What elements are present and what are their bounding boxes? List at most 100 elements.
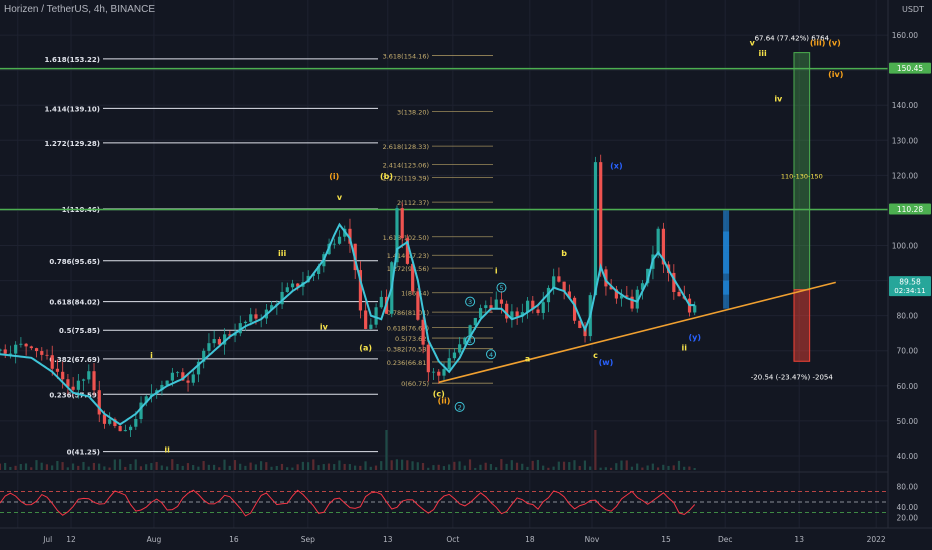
y-tick-label: 130.00	[892, 136, 918, 145]
x-tick-label: Dec	[718, 535, 733, 544]
wave-circle-label: 5	[499, 284, 503, 292]
volume-bar	[672, 465, 675, 470]
loss-zone	[793, 289, 811, 362]
price-badge-countdown: 02:34:11	[894, 287, 925, 295]
volume-bar	[510, 460, 513, 470]
candle-body	[139, 402, 143, 420]
candle-body	[400, 208, 404, 239]
price-badge-label: 110.28	[897, 205, 923, 214]
volume-bar	[442, 466, 445, 470]
volume-bar	[35, 460, 38, 470]
fib-right-label: 1(86.54)	[401, 290, 429, 298]
volume-bar	[369, 466, 372, 470]
volume-bar	[322, 464, 325, 470]
volume-bar	[218, 467, 221, 470]
volume-bar	[646, 465, 649, 470]
volume-bar	[568, 462, 571, 470]
fib-left-label: 0.5(75.85)	[59, 327, 100, 335]
candle-body	[243, 321, 248, 324]
price-badge-label: 89.58	[899, 278, 921, 287]
fib-left-label: 1.272(129.28)	[44, 140, 100, 148]
wave-label: a	[525, 354, 530, 363]
x-tick-label: 12	[66, 535, 76, 544]
candle-body	[108, 419, 112, 424]
volume-bar	[30, 467, 33, 470]
volume-bar	[688, 466, 691, 470]
volume-bar	[693, 467, 696, 470]
wave-circle-label: 4	[489, 351, 493, 359]
candle-body	[431, 371, 436, 373]
volume-bar	[275, 465, 278, 470]
wave-label: ii	[682, 344, 688, 353]
volume-bar	[505, 463, 508, 470]
volume-bar	[165, 466, 169, 470]
candle-body	[92, 371, 96, 391]
candle-body	[332, 243, 336, 245]
candle-body	[45, 354, 49, 356]
volume-bar	[108, 467, 111, 470]
x-tick-label: Jul	[42, 535, 52, 544]
x-tick-label: 13	[383, 535, 393, 544]
wave-label: (iv)	[828, 70, 843, 79]
wave-label: (x)	[610, 161, 622, 170]
wave-label: ii	[164, 445, 170, 454]
candle-body	[557, 276, 561, 282]
volume-bar	[531, 460, 534, 470]
volume-bar	[359, 465, 362, 470]
candle-body	[478, 308, 483, 318]
candle-body	[677, 291, 681, 297]
wave-label: b	[561, 249, 567, 258]
candle-body	[458, 344, 462, 353]
volume-bar	[181, 465, 184, 470]
candle-body	[452, 352, 457, 359]
fib-left-label: 0.618(84.02)	[49, 299, 100, 307]
horizontal-levels	[0, 67, 888, 211]
volume-bar	[134, 459, 137, 470]
candle-body	[81, 379, 86, 381]
wave-label: iv	[774, 95, 783, 104]
candle-body	[176, 372, 180, 374]
fib-right-label: 0.236(66.81)	[387, 359, 429, 367]
wave-labels: (i) (b)viiiiv(a)iii(c)(ii)iabc(w)(x)(y)ii…	[150, 39, 843, 455]
volume-bar	[145, 464, 148, 470]
fibonacci-levels: 1.618(153.22) 1.414(139.10) 1.272(129.28) 1…	[44, 53, 493, 457]
volume-bar	[484, 462, 487, 470]
candle-body	[8, 353, 13, 355]
candle-body	[499, 299, 504, 304]
volume-bar	[458, 461, 461, 470]
y-tick-label: 50.00	[897, 417, 919, 426]
volume-bar	[620, 460, 623, 470]
candle-body	[249, 314, 253, 322]
y-tick-label: 80.00	[897, 312, 919, 321]
volume-bar	[202, 461, 205, 470]
fib-right-label: 0.382(70.58)	[387, 346, 429, 354]
candle-body	[14, 344, 18, 354]
volume-bar	[604, 467, 607, 470]
volume-bar	[406, 460, 409, 470]
volume-bar	[500, 459, 503, 470]
volume-bar	[354, 465, 357, 470]
candle-body	[0, 349, 2, 351]
candle-body	[369, 324, 373, 329]
wave-label: iii	[759, 49, 767, 58]
volume-bar	[641, 467, 644, 470]
volume-bar	[677, 460, 681, 470]
volume-bar	[557, 461, 560, 470]
wave-label: i	[150, 351, 153, 360]
volume-bar	[547, 467, 550, 470]
volume-bar	[118, 459, 122, 470]
measure-box[interactable]: 67.64 (77.42%) 6764-20.54 (-23.47%) -205…	[723, 35, 833, 382]
volume-bar	[374, 465, 378, 470]
fib-right-label: 2.618(128.33)	[383, 143, 429, 151]
volume-bar	[380, 461, 383, 470]
volume-bar	[338, 460, 341, 470]
volume-bar	[129, 464, 132, 470]
volume-bar	[207, 464, 210, 470]
candle-body	[118, 426, 122, 432]
candle-body	[50, 355, 54, 369]
price-chart[interactable]: 1.618(153.22) 1.414(139.10) 1.272(129.28) 1…	[0, 0, 932, 550]
volume-bar	[327, 463, 331, 470]
volume-bar	[589, 466, 592, 470]
rsi-tick-label: 80.00	[897, 482, 919, 491]
volume-bar	[594, 430, 597, 470]
